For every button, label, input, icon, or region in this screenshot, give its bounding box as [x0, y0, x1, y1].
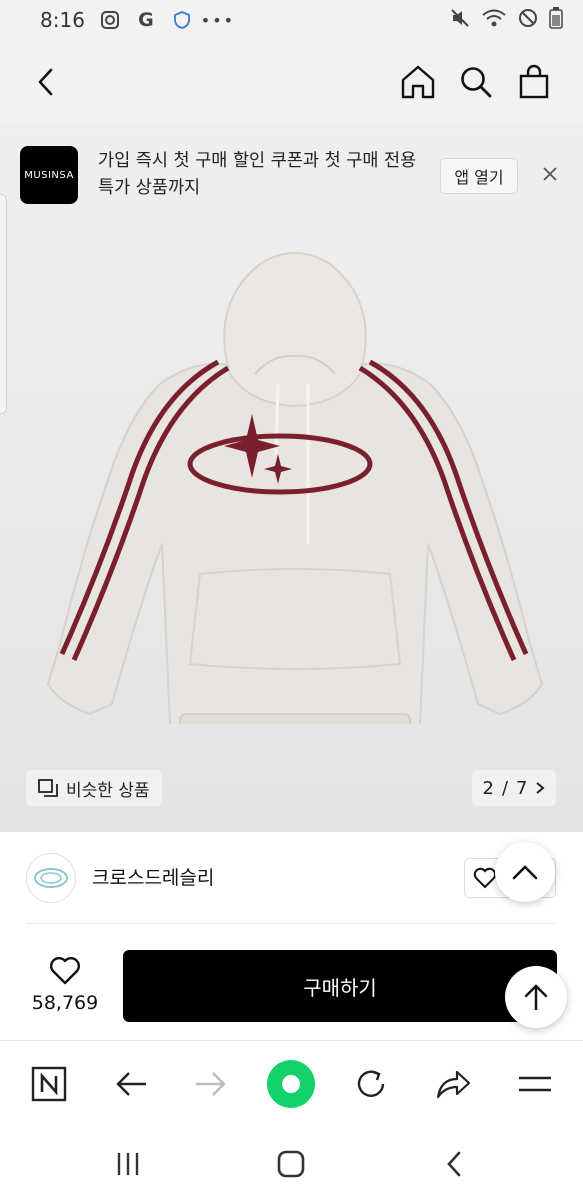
brand-row[interactable]: 크로스드레슬리	[0, 832, 583, 924]
shield-icon	[171, 9, 193, 31]
android-nav-bar	[0, 1126, 583, 1200]
product-gallery[interactable]: MUSINSA 가입 즉시 첫 구매 할인 쿠폰과 첫 구매 전용 특가 상품까…	[0, 124, 583, 832]
status-time: 8:16	[40, 8, 85, 32]
status-bar: 8:16 G •••	[0, 0, 583, 40]
gallery-icon	[38, 779, 58, 797]
product-image-hoodie	[46, 252, 544, 724]
cart-button[interactable]	[514, 62, 554, 102]
hamburger-icon	[519, 1076, 551, 1092]
search-icon	[461, 67, 492, 98]
green-dot-button[interactable]	[266, 1059, 316, 1109]
purchase-bar: 58,769 구매하기	[0, 924, 583, 1040]
similar-products-button[interactable]: 비슷한 상품	[26, 770, 162, 806]
image-page-indicator[interactable]: 2 / 7	[472, 770, 556, 806]
banner-message: 가입 즉시 첫 구매 할인 쿠폰과 첫 구매 전용 특가 상품까지	[98, 151, 417, 198]
search-button[interactable]	[456, 62, 496, 102]
more-dots-icon: •••	[200, 10, 236, 30]
recent-apps-button[interactable]	[108, 1144, 148, 1184]
status-right	[449, 6, 563, 34]
arrow-up-icon	[524, 984, 548, 1010]
heart-icon	[50, 957, 80, 985]
do-not-disturb-icon	[517, 7, 539, 34]
chevron-up-icon	[512, 865, 538, 880]
scroll-to-top-button[interactable]	[505, 966, 567, 1028]
refresh-button[interactable]	[348, 1061, 394, 1107]
top-nav	[0, 40, 583, 124]
home-button[interactable]	[398, 62, 438, 102]
arrow-right-icon	[196, 1072, 226, 1096]
wifi-icon	[481, 7, 507, 34]
back-button[interactable]	[26, 62, 66, 102]
similar-products-label: 비슷한 상품	[66, 780, 150, 801]
buy-button[interactable]: 구매하기	[123, 950, 557, 1022]
battery-icon	[549, 6, 563, 34]
android-back-button[interactable]	[434, 1144, 474, 1184]
brand-logo[interactable]	[26, 853, 76, 903]
chevron-left-icon	[38, 68, 53, 96]
page-current: 2	[482, 777, 494, 799]
collapse-button[interactable]	[495, 842, 555, 902]
share-icon	[436, 1070, 471, 1099]
recent-apps-icon	[117, 1153, 139, 1175]
menu-button[interactable]	[512, 1061, 558, 1107]
home-square-icon	[277, 1150, 305, 1178]
open-app-button[interactable]: 앱 열기	[440, 158, 518, 194]
naver-n-icon	[31, 1066, 67, 1102]
browser-back-button[interactable]	[108, 1061, 154, 1107]
chevron-right-icon	[536, 782, 546, 794]
share-button[interactable]	[430, 1061, 476, 1107]
instagram-icon	[99, 9, 121, 31]
browser-toolbar	[0, 1040, 583, 1126]
page-separator: /	[501, 777, 509, 799]
brand-name[interactable]: 크로스드레슬리	[92, 863, 214, 890]
heart-icon	[473, 867, 497, 889]
product-like-button[interactable]: 58,769	[24, 956, 106, 1014]
browser-forward-button[interactable]	[188, 1061, 234, 1107]
musinsa-logo-text: MUSINSA	[24, 169, 74, 181]
chevron-left-icon	[447, 1151, 461, 1177]
brand-emblem-icon	[34, 868, 68, 888]
like-count: 58,769	[31, 992, 99, 1014]
green-dot-icon	[267, 1060, 315, 1108]
close-icon	[543, 167, 557, 181]
google-icon: G	[138, 9, 154, 31]
naver-home-button[interactable]	[26, 1061, 72, 1107]
refresh-icon	[357, 1070, 385, 1097]
shopping-bag-icon	[519, 64, 549, 99]
android-home-button[interactable]	[271, 1144, 311, 1184]
mute-icon	[449, 7, 471, 34]
banner-close-button[interactable]	[536, 160, 564, 188]
page-total: 7	[516, 777, 528, 799]
arrow-left-icon	[116, 1072, 146, 1096]
app-install-banner: MUSINSA 가입 즉시 첫 구매 할인 쿠폰과 첫 구매 전용 특가 상품까…	[20, 146, 565, 208]
side-panel-handle[interactable]	[0, 194, 7, 414]
musinsa-logo: MUSINSA	[20, 146, 78, 204]
home-icon	[401, 65, 435, 99]
